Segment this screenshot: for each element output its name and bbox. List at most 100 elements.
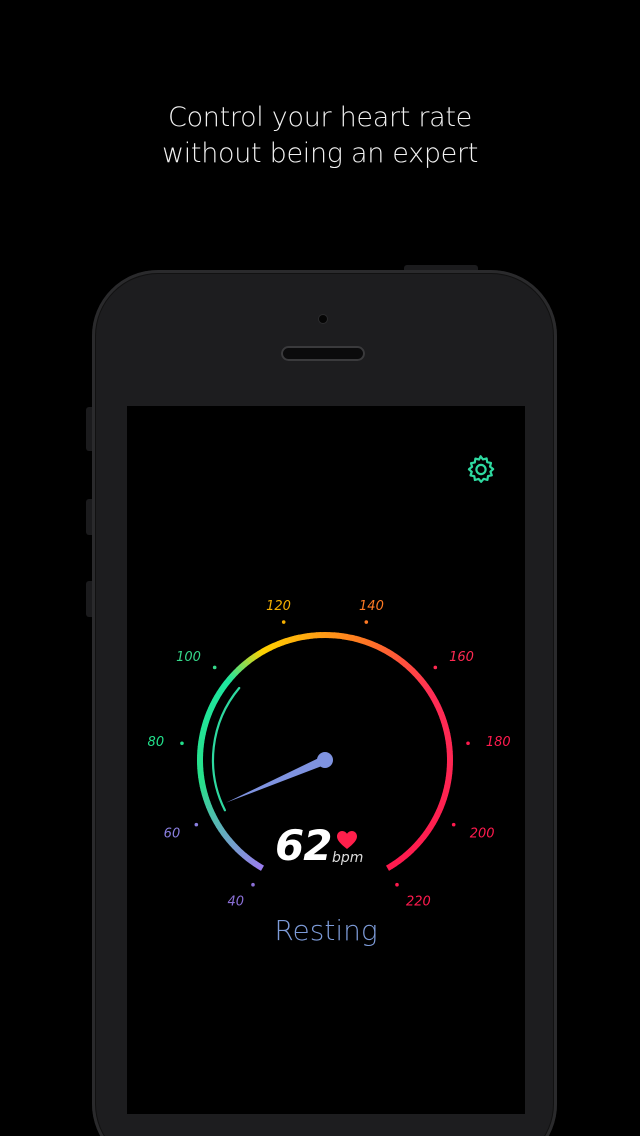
gauge-arc-segment	[426, 688, 434, 696]
gauge-arc-segment	[197, 741, 205, 748]
gauge-tick-label: 80	[148, 735, 165, 750]
gauge-arc-segment	[440, 793, 449, 801]
gauge-arc-segment	[399, 853, 408, 862]
gauge-arc-segment	[235, 847, 244, 856]
gauge-arc-segment	[199, 784, 207, 791]
gauge-arc-segment	[224, 677, 232, 685]
gauge-arc-segment	[337, 632, 344, 640]
gauge-arc-segment	[257, 648, 265, 657]
gauge-needle-hub	[317, 752, 333, 768]
headline-line-2: without being an expert	[161, 138, 479, 169]
gauge-arc-segment	[392, 858, 401, 867]
gauge-arc-segment	[445, 742, 453, 748]
gauge-arc-segment	[389, 861, 397, 869]
gauge-needle	[225, 755, 327, 803]
gauge-arc-segment	[223, 834, 232, 843]
gauge-arc-segment	[213, 820, 222, 828]
gauge-arc-segment	[445, 776, 452, 783]
gauge-arc-segment	[197, 772, 205, 778]
gauge-arc-segment	[221, 680, 230, 689]
gauge-arc-segment	[281, 638, 288, 646]
gauge-arc-segment	[442, 724, 450, 732]
app-screen: 40 60 80 100 120 140 160 180 200 220 62 bpm Resti…	[127, 406, 525, 1114]
heart-icon	[337, 831, 357, 849]
gauge-arc-segment	[378, 644, 386, 653]
gauge-arc-segment	[204, 801, 212, 808]
bpm-value: 62	[275, 821, 332, 870]
gauge-arc-segment	[256, 863, 265, 871]
gauge-arc-segment	[385, 863, 393, 871]
gauge-arc-segment	[346, 633, 353, 641]
gauge-arc-segment	[374, 643, 382, 651]
gauge-arc-segment	[432, 813, 441, 821]
gauge-arc-segment	[396, 856, 404, 864]
gauge-arc-segment	[442, 789, 450, 796]
gauge-arc-segment	[199, 728, 207, 735]
gauge-arc-segment	[216, 687, 225, 696]
gauge-arc-segment	[211, 695, 220, 703]
gauge-arc-segment	[421, 681, 429, 689]
gauge-tick-label: 160	[449, 650, 474, 665]
gauge-arc-segment	[209, 699, 218, 707]
gauge-arc-segment	[425, 824, 434, 833]
gauge-arc-segment	[203, 797, 211, 804]
gauge-tick-dot	[180, 741, 184, 746]
gauge-arc-segment	[402, 850, 411, 859]
gauge-arc-segment	[277, 639, 284, 647]
gauge-arc-segment	[389, 651, 398, 660]
gauge-arc-segment	[229, 670, 238, 679]
bpm-unit: bpm	[332, 850, 364, 866]
gauge-arc-segment	[437, 801, 446, 809]
gauge-arc-segment	[216, 824, 224, 832]
gauge-arc-segment	[238, 850, 247, 859]
gauge-arc-segment	[434, 809, 442, 817]
gauge-tick-label: 60	[164, 827, 181, 842]
front-camera	[319, 315, 327, 323]
gauge-arc-segment	[350, 634, 357, 642]
gauge-arc-segment	[432, 699, 441, 708]
gauge-arc-segment	[226, 673, 235, 682]
gauge-arc-segment	[418, 835, 426, 843]
gauge-arc-segment	[201, 793, 209, 800]
gauge-arc-segment	[436, 707, 444, 715]
gauge-arc-segment	[439, 797, 447, 805]
gauge-arc-segment	[221, 831, 229, 839]
gauge-arc-segment	[206, 805, 214, 813]
gauge-arc-segment	[393, 653, 401, 662]
gauge-arc-segment	[232, 667, 241, 676]
gauge-arc-segment	[445, 772, 453, 779]
gauge-arc-segment	[362, 638, 370, 646]
gauge-arc-segment	[430, 817, 439, 825]
gauge-arc-segment	[434, 703, 443, 711]
gauge-tick-label: 180	[486, 735, 511, 750]
gauge-arc-segment	[358, 636, 366, 645]
gauge-arc-segment	[396, 656, 405, 665]
gauge-arc-segment	[249, 858, 257, 867]
gauge-arc-segment	[198, 780, 206, 787]
gauge-arc-segment	[218, 827, 227, 836]
gauge-tick-dot	[194, 822, 199, 827]
gauge-tick-dot	[251, 882, 255, 887]
gauge-arc-segment	[242, 853, 250, 861]
headline-line-1: Control your heart rate	[168, 102, 472, 133]
gauge-arc-segment	[370, 641, 378, 649]
gauge-arc-segment	[428, 692, 437, 700]
gauge-arc-segment	[229, 841, 238, 849]
heart-rate-zone-label: Resting	[274, 914, 378, 947]
gauge-tick-dot	[451, 822, 456, 827]
gauge-arc-segment	[354, 635, 361, 643]
gauge-arc-segment	[406, 847, 414, 856]
gauge-arc-segment	[294, 634, 301, 642]
gauge-arc-segment	[443, 729, 451, 736]
gauge-arc-segment	[214, 691, 222, 700]
gauge-arc-segment	[232, 844, 241, 853]
gauge-arc-segment	[420, 831, 429, 840]
earpiece-speaker	[281, 346, 365, 361]
gauge-tick-label: 200	[470, 827, 495, 842]
gauge-arc-segment	[211, 816, 220, 825]
gauge-arc-segment	[289, 635, 297, 643]
gauge-arc-segment	[208, 703, 216, 711]
gauge-arc-segment	[298, 633, 305, 641]
gauge-arc-segment	[302, 633, 309, 640]
gauge-tick-label: 140	[359, 599, 384, 614]
